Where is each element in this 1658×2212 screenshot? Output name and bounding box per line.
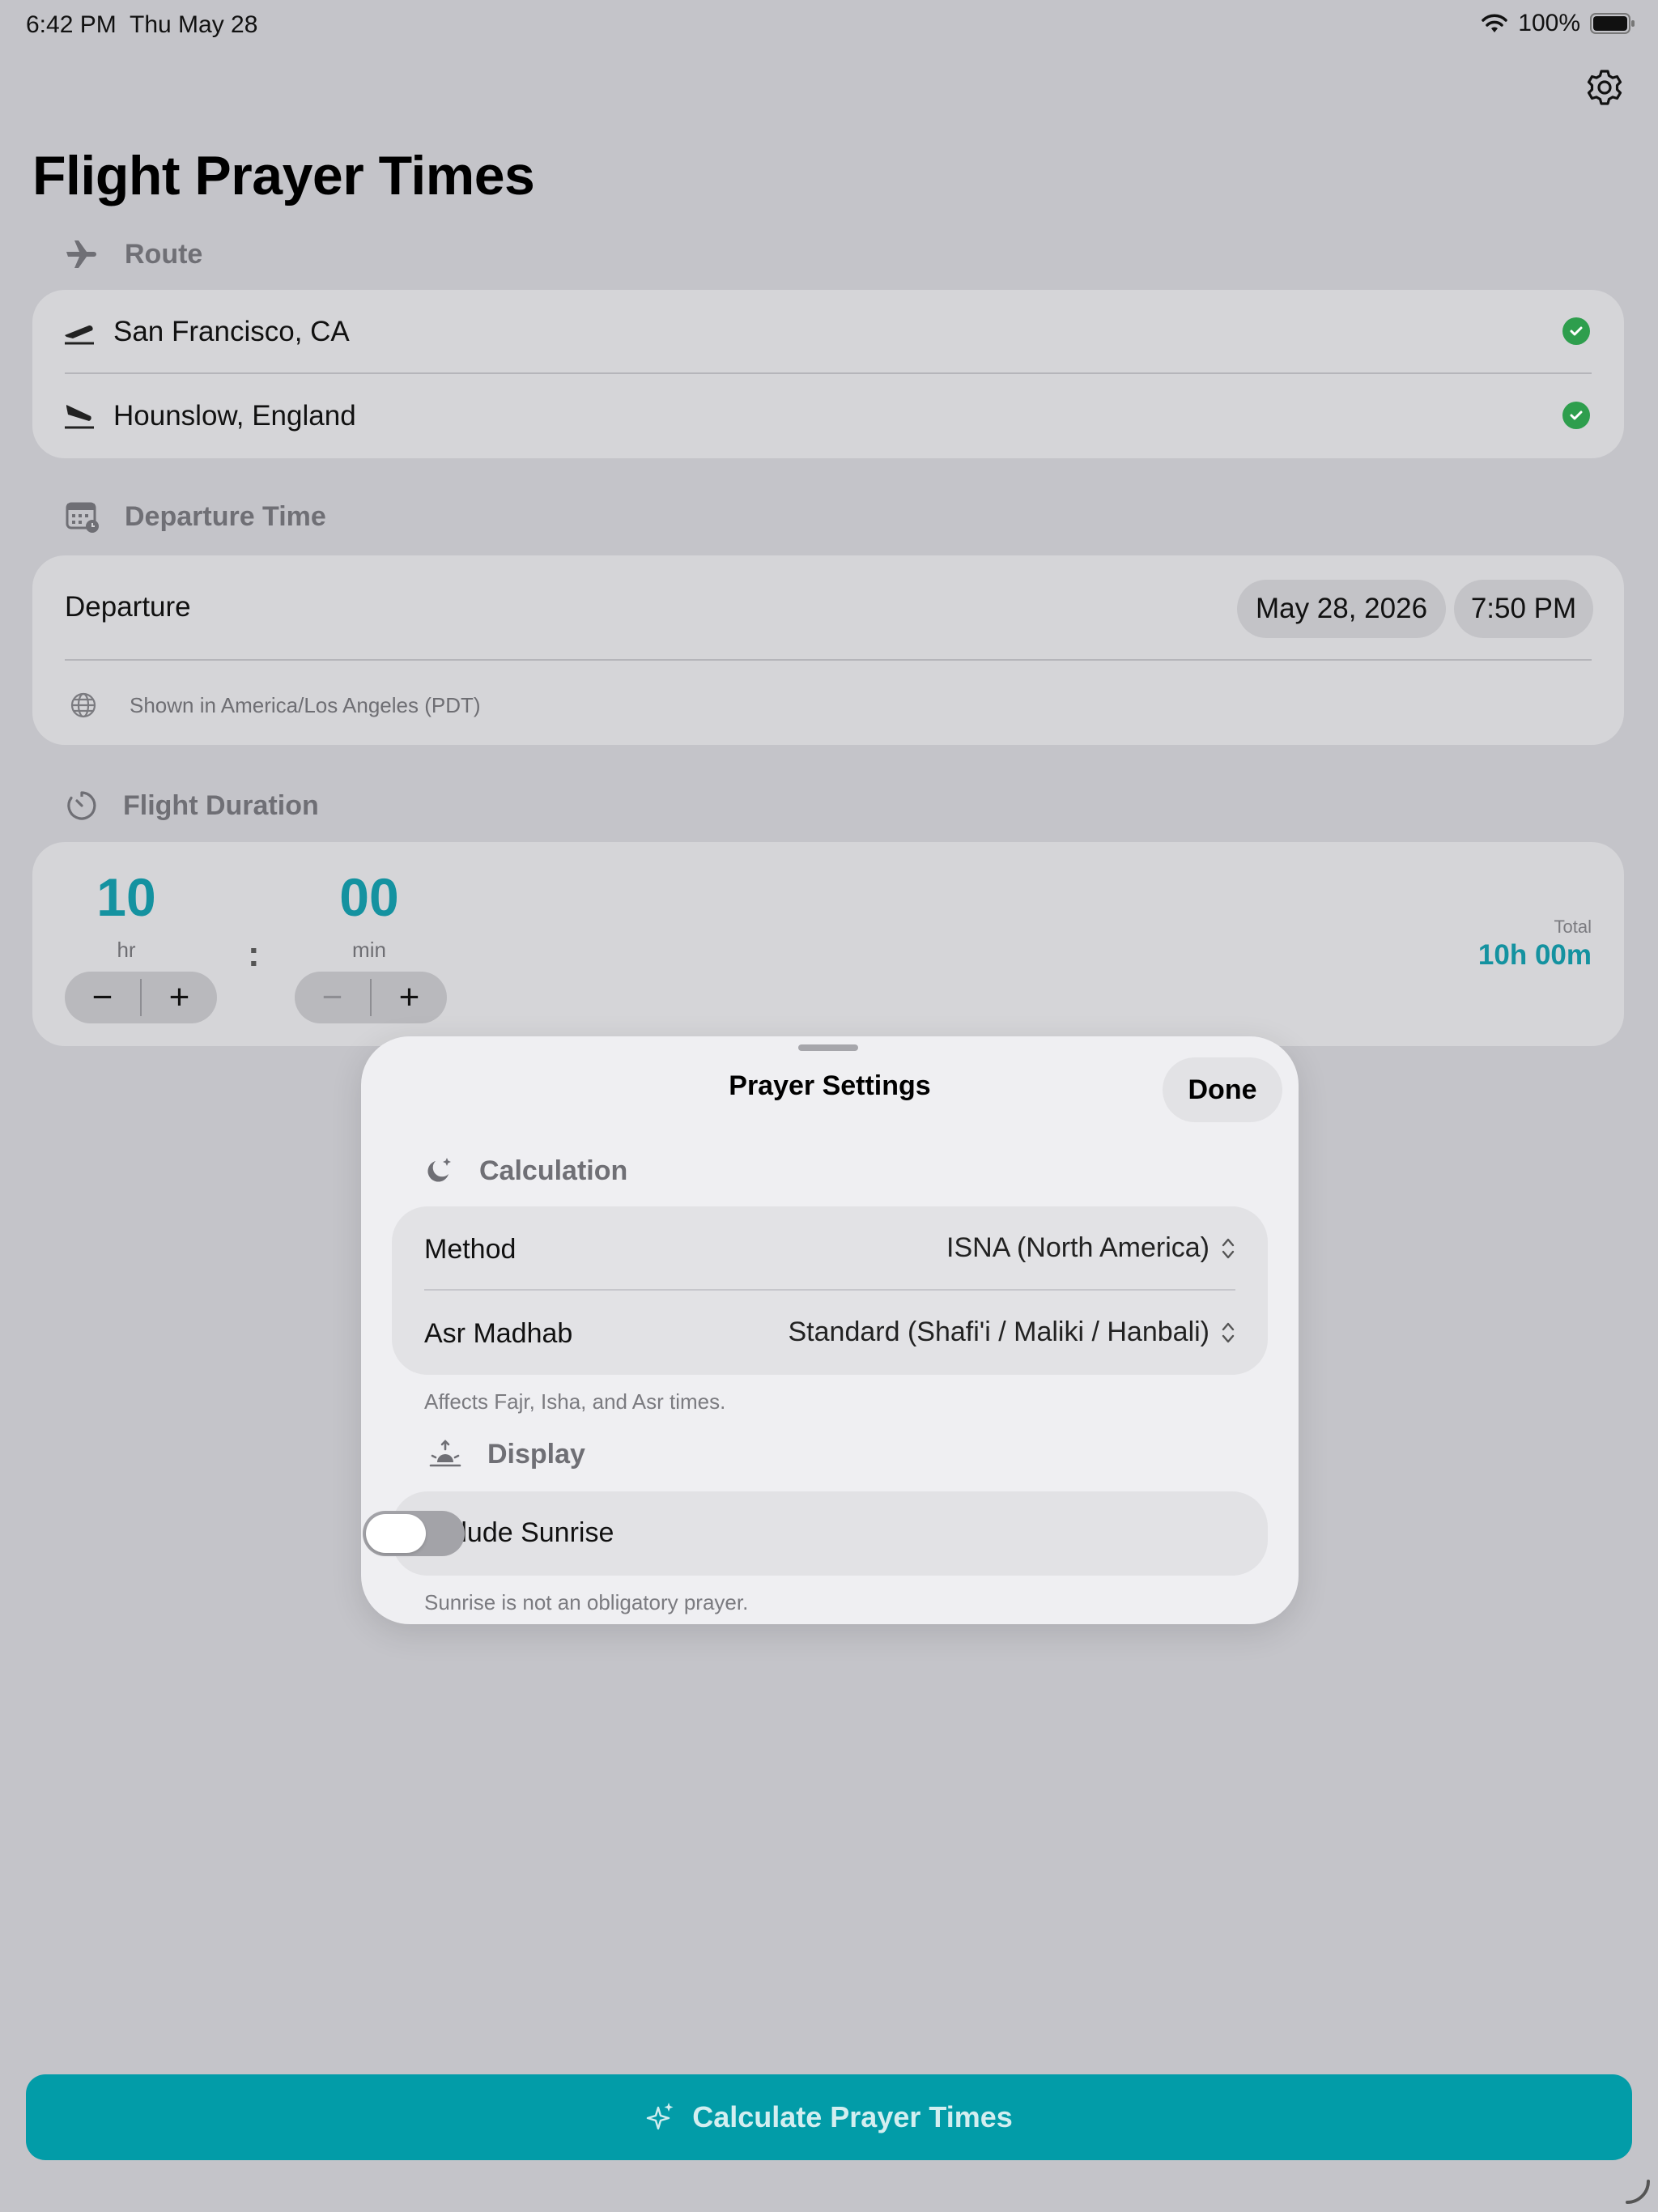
route-divider — [65, 372, 1592, 374]
minutes-value: 00 — [339, 867, 399, 927]
display-footnote: Sunrise is not an obligatory prayer. — [424, 1590, 749, 1614]
departure-header-label: Departure Time — [125, 500, 326, 532]
done-button[interactable]: Done — [1163, 1057, 1282, 1122]
hours-value: 10 — [96, 867, 156, 927]
hours-stepper: − + — [65, 972, 217, 1023]
status-indicators: 100% — [1481, 10, 1635, 37]
hours-decrement-button[interactable]: − — [65, 972, 140, 1023]
madhab-picker[interactable]: Standard (Shafi'i / Maliki / Hanbali) — [789, 1317, 1236, 1348]
hours-unit: hr — [117, 938, 136, 962]
display-header-label: Display — [487, 1438, 585, 1470]
calculate-button-label: Calculate Prayer Times — [692, 2100, 1013, 2133]
display-section-header: Display — [427, 1438, 585, 1470]
method-value: ISNA (North America) — [946, 1232, 1209, 1263]
display-card: Include Sunrise — [363, 1491, 1268, 1576]
calculation-section-header: Calculation — [423, 1155, 627, 1187]
takeoff-icon — [65, 325, 94, 345]
duration-section-header: Flight Duration — [65, 789, 319, 823]
sunrise-icon — [429, 1440, 461, 1467]
gear-icon[interactable] — [1585, 68, 1624, 107]
minutes-stepper: − + — [295, 972, 447, 1023]
destination-check-icon — [1562, 402, 1590, 429]
page-title: Flight Prayer Times — [32, 145, 535, 206]
minutes-decrement-button[interactable]: − — [295, 972, 370, 1023]
airplane-icon — [66, 240, 96, 268]
route-header-label: Route — [125, 238, 203, 270]
duration-header-label: Flight Duration — [123, 789, 319, 821]
landing-icon — [65, 405, 94, 429]
sheet-grabber[interactable] — [798, 1044, 858, 1051]
duration-card: 10 hr − + : 00 min − + Total 10h 00m — [32, 842, 1624, 1046]
toggle-knob — [366, 1514, 426, 1553]
sheet-title: Prayer Settings — [729, 1070, 931, 1101]
method-label: Method — [424, 1234, 517, 1265]
prayer-settings-sheet: Prayer Settings Done Calculation Method … — [361, 1036, 1299, 1624]
resize-corner-icon — [1626, 2180, 1650, 2204]
sunrise-toggle[interactable] — [363, 1511, 465, 1556]
status-date: Thu May 28 — [130, 11, 258, 38]
total-label: Total — [1554, 917, 1592, 937]
chevron-up-down-icon — [1222, 1322, 1235, 1342]
time-separator: : — [248, 934, 260, 974]
calculation-footnote: Affects Fajr, Isha, and Asr times. — [424, 1389, 726, 1414]
method-picker[interactable]: ISNA (North America) — [946, 1232, 1235, 1264]
madhab-value: Standard (Shafi'i / Maliki / Hanbali) — [788, 1317, 1210, 1347]
globe-icon — [70, 692, 96, 718]
calculation-header-label: Calculation — [479, 1155, 628, 1186]
chevron-up-down-icon — [1222, 1238, 1235, 1258]
origin-check-icon — [1562, 317, 1590, 345]
origin-row[interactable]: San Francisco, CA — [62, 316, 350, 348]
departure-date-picker[interactable]: May 28, 2026 — [1237, 580, 1446, 638]
departure-card: Departure May 28, 2026 7:50 PM Shown in … — [32, 555, 1624, 745]
timezone-note: Shown in America/Los Angeles (PDT) — [130, 693, 481, 717]
minutes-unit: min — [352, 938, 386, 962]
departure-time-picker[interactable]: 7:50 PM — [1454, 580, 1593, 638]
origin-label: San Francisco, CA — [113, 316, 350, 347]
total-value: 10h 00m — [1477, 939, 1592, 971]
sparkles-icon — [647, 2103, 674, 2130]
destination-label: Hounslow, England — [113, 400, 356, 432]
route-section-header: Route — [65, 236, 202, 272]
battery-icon — [1590, 13, 1635, 34]
moon-stars-icon — [427, 1158, 451, 1182]
timer-icon — [67, 791, 96, 820]
calculate-prayer-times-button[interactable]: Calculate Prayer Times — [26, 2074, 1632, 2160]
calendar-clock-icon — [66, 502, 99, 533]
destination-row[interactable]: Hounslow, England — [62, 400, 356, 432]
wifi-icon — [1482, 14, 1508, 32]
madhab-label: Asr Madhab — [424, 1318, 573, 1349]
calculation-divider — [424, 1289, 1235, 1291]
departure-divider — [65, 659, 1592, 661]
departure-label: Departure — [65, 591, 191, 623]
route-card: San Francisco, CA Hounslow, England — [32, 290, 1624, 458]
status-time: 6:42 PM — [26, 11, 117, 38]
minutes-increment-button[interactable]: + — [372, 972, 447, 1023]
hours-increment-button[interactable]: + — [142, 972, 217, 1023]
battery-percent: 100% — [1518, 10, 1580, 36]
departure-section-header: Departure Time — [65, 499, 326, 534]
calculation-card: Method ISNA (North America) Asr Madhab S… — [392, 1206, 1268, 1375]
